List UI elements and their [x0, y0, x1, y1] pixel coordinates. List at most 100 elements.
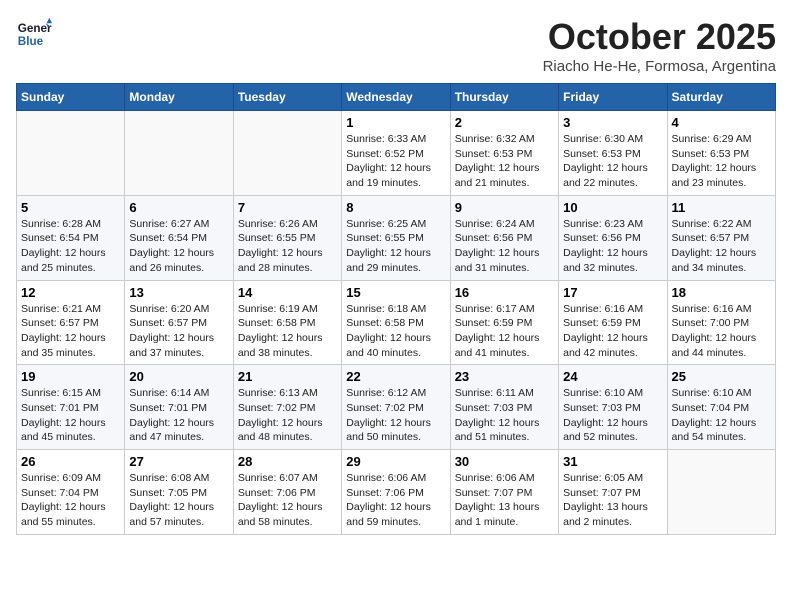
day-info: Sunrise: 6:11 AM Sunset: 7:03 PM Dayligh…	[455, 386, 554, 445]
day-number: 4	[672, 115, 771, 130]
day-number: 22	[346, 369, 445, 384]
day-info: Sunrise: 6:20 AM Sunset: 6:57 PM Dayligh…	[129, 302, 228, 361]
calendar-cell: 24 Sunrise: 6:10 AM Sunset: 7:03 PM Dayli…	[559, 365, 667, 450]
day-info: Sunrise: 6:08 AM Sunset: 7:05 PM Dayligh…	[129, 471, 228, 530]
day-info: Sunrise: 6:24 AM Sunset: 6:56 PM Dayligh…	[455, 217, 554, 276]
weekday-header-friday: Friday	[559, 84, 667, 111]
logo: General Blue	[16, 16, 52, 52]
location-title: Riacho He-He, Formosa, Argentina	[543, 58, 776, 75]
day-number: 10	[563, 200, 662, 215]
day-number: 24	[563, 369, 662, 384]
calendar-cell: 10 Sunrise: 6:23 AM Sunset: 6:56 PM Dayli…	[559, 195, 667, 280]
day-info: Sunrise: 6:25 AM Sunset: 6:55 PM Dayligh…	[346, 217, 445, 276]
day-number: 1	[346, 115, 445, 130]
day-info: Sunrise: 6:22 AM Sunset: 6:57 PM Dayligh…	[672, 217, 771, 276]
title-section: October 2025 Riacho He-He, Formosa, Arge…	[543, 16, 776, 75]
day-info: Sunrise: 6:17 AM Sunset: 6:59 PM Dayligh…	[455, 302, 554, 361]
day-number: 26	[21, 454, 120, 469]
calendar-cell	[233, 111, 341, 196]
day-info: Sunrise: 6:33 AM Sunset: 6:52 PM Dayligh…	[346, 132, 445, 191]
day-number: 6	[129, 200, 228, 215]
day-info: Sunrise: 6:18 AM Sunset: 6:58 PM Dayligh…	[346, 302, 445, 361]
calendar-cell: 28 Sunrise: 6:07 AM Sunset: 7:06 PM Dayli…	[233, 450, 341, 535]
day-number: 13	[129, 285, 228, 300]
calendar-cell	[17, 111, 125, 196]
calendar-cell: 26 Sunrise: 6:09 AM Sunset: 7:04 PM Dayli…	[17, 450, 125, 535]
day-info: Sunrise: 6:10 AM Sunset: 7:03 PM Dayligh…	[563, 386, 662, 445]
weekday-header-tuesday: Tuesday	[233, 84, 341, 111]
day-number: 31	[563, 454, 662, 469]
calendar-cell: 7Sunrise: 6:26 AM Sunset: 6:55 PM Daylig…	[233, 195, 341, 280]
calendar-cell: 17 Sunrise: 6:16 AM Sunset: 6:59 PM Dayli…	[559, 280, 667, 365]
calendar-cell: 9 Sunrise: 6:24 AM Sunset: 6:56 PM Daylig…	[450, 195, 558, 280]
day-info: Sunrise: 6:19 AM Sunset: 6:58 PM Dayligh…	[238, 302, 337, 361]
calendar-cell: 29 Sunrise: 6:06 AM Sunset: 7:06 PM Dayli…	[342, 450, 450, 535]
logo-icon: General Blue	[16, 16, 52, 52]
calendar-cell: 23 Sunrise: 6:11 AM Sunset: 7:03 PM Dayli…	[450, 365, 558, 450]
calendar-cell	[667, 450, 775, 535]
day-info: Sunrise: 6:07 AM Sunset: 7:06 PM Dayligh…	[238, 471, 337, 530]
calendar-cell: 20 Sunrise: 6:14 AM Sunset: 7:01 PM Dayli…	[125, 365, 233, 450]
calendar-cell	[125, 111, 233, 196]
day-number: 27	[129, 454, 228, 469]
day-number: 23	[455, 369, 554, 384]
weekday-header-monday: Monday	[125, 84, 233, 111]
day-number: 28	[238, 454, 337, 469]
calendar-cell: 1 Sunrise: 6:33 AM Sunset: 6:52 PM Daylig…	[342, 111, 450, 196]
day-info: Sunrise: 6:06 AM Sunset: 7:07 PM Dayligh…	[455, 471, 554, 530]
calendar-cell: 2Sunrise: 6:32 AM Sunset: 6:53 PM Daylig…	[450, 111, 558, 196]
day-number: 17	[563, 285, 662, 300]
weekday-header-wednesday: Wednesday	[342, 84, 450, 111]
calendar-cell: 3Sunrise: 6:30 AM Sunset: 6:53 PM Daylig…	[559, 111, 667, 196]
day-info: Sunrise: 6:14 AM Sunset: 7:01 PM Dayligh…	[129, 386, 228, 445]
day-info: Sunrise: 6:05 AM Sunset: 7:07 PM Dayligh…	[563, 471, 662, 530]
day-info: Sunrise: 6:09 AM Sunset: 7:04 PM Dayligh…	[21, 471, 120, 530]
calendar-cell: 14 Sunrise: 6:19 AM Sunset: 6:58 PM Dayli…	[233, 280, 341, 365]
day-info: Sunrise: 6:21 AM Sunset: 6:57 PM Dayligh…	[21, 302, 120, 361]
month-title: October 2025	[543, 16, 776, 58]
day-info: Sunrise: 6:28 AM Sunset: 6:54 PM Dayligh…	[21, 217, 120, 276]
day-info: Sunrise: 6:16 AM Sunset: 6:59 PM Dayligh…	[563, 302, 662, 361]
day-info: Sunrise: 6:16 AM Sunset: 7:00 PM Dayligh…	[672, 302, 771, 361]
day-number: 9	[455, 200, 554, 215]
calendar-week-row: 1 Sunrise: 6:33 AM Sunset: 6:52 PM Daylig…	[17, 111, 776, 196]
calendar-week-row: 26 Sunrise: 6:09 AM Sunset: 7:04 PM Dayli…	[17, 450, 776, 535]
day-number: 19	[21, 369, 120, 384]
day-info: Sunrise: 6:29 AM Sunset: 6:53 PM Dayligh…	[672, 132, 771, 191]
calendar-cell: 30 Sunrise: 6:06 AM Sunset: 7:07 PM Dayli…	[450, 450, 558, 535]
day-info: Sunrise: 6:15 AM Sunset: 7:01 PM Dayligh…	[21, 386, 120, 445]
day-number: 20	[129, 369, 228, 384]
day-number: 11	[672, 200, 771, 215]
weekday-header-sunday: Sunday	[17, 84, 125, 111]
day-info: Sunrise: 6:13 AM Sunset: 7:02 PM Dayligh…	[238, 386, 337, 445]
calendar-cell: 19 Sunrise: 6:15 AM Sunset: 7:01 PM Dayli…	[17, 365, 125, 450]
svg-text:Blue: Blue	[18, 35, 44, 48]
calendar-cell: 8 Sunrise: 6:25 AM Sunset: 6:55 PM Daylig…	[342, 195, 450, 280]
calendar-week-row: 5 Sunrise: 6:28 AM Sunset: 6:54 PM Daylig…	[17, 195, 776, 280]
page-header: General Blue October 2025 Riacho He-He, …	[16, 16, 776, 75]
calendar-week-row: 19 Sunrise: 6:15 AM Sunset: 7:01 PM Dayli…	[17, 365, 776, 450]
weekday-header-thursday: Thursday	[450, 84, 558, 111]
weekday-header-saturday: Saturday	[667, 84, 775, 111]
day-number: 12	[21, 285, 120, 300]
day-info: Sunrise: 6:27 AM Sunset: 6:54 PM Dayligh…	[129, 217, 228, 276]
calendar-cell: 27 Sunrise: 6:08 AM Sunset: 7:05 PM Dayli…	[125, 450, 233, 535]
day-info: Sunrise: 6:10 AM Sunset: 7:04 PM Dayligh…	[672, 386, 771, 445]
day-info: Sunrise: 6:23 AM Sunset: 6:56 PM Dayligh…	[563, 217, 662, 276]
day-info: Sunrise: 6:30 AM Sunset: 6:53 PM Dayligh…	[563, 132, 662, 191]
calendar-cell: 13 Sunrise: 6:20 AM Sunset: 6:57 PM Dayli…	[125, 280, 233, 365]
day-number: 29	[346, 454, 445, 469]
day-number: 5	[21, 200, 120, 215]
day-number: 30	[455, 454, 554, 469]
day-number: 16	[455, 285, 554, 300]
calendar-cell: 12 Sunrise: 6:21 AM Sunset: 6:57 PM Dayli…	[17, 280, 125, 365]
day-number: 14	[238, 285, 337, 300]
day-number: 18	[672, 285, 771, 300]
day-number: 25	[672, 369, 771, 384]
calendar-cell: 6 Sunrise: 6:27 AM Sunset: 6:54 PM Daylig…	[125, 195, 233, 280]
day-info: Sunrise: 6:06 AM Sunset: 7:06 PM Dayligh…	[346, 471, 445, 530]
calendar-cell: 4 Sunrise: 6:29 AM Sunset: 6:53 PM Daylig…	[667, 111, 775, 196]
weekday-header-row: SundayMondayTuesdayWednesdayThursdayFrid…	[17, 84, 776, 111]
day-number: 21	[238, 369, 337, 384]
day-number: 8	[346, 200, 445, 215]
